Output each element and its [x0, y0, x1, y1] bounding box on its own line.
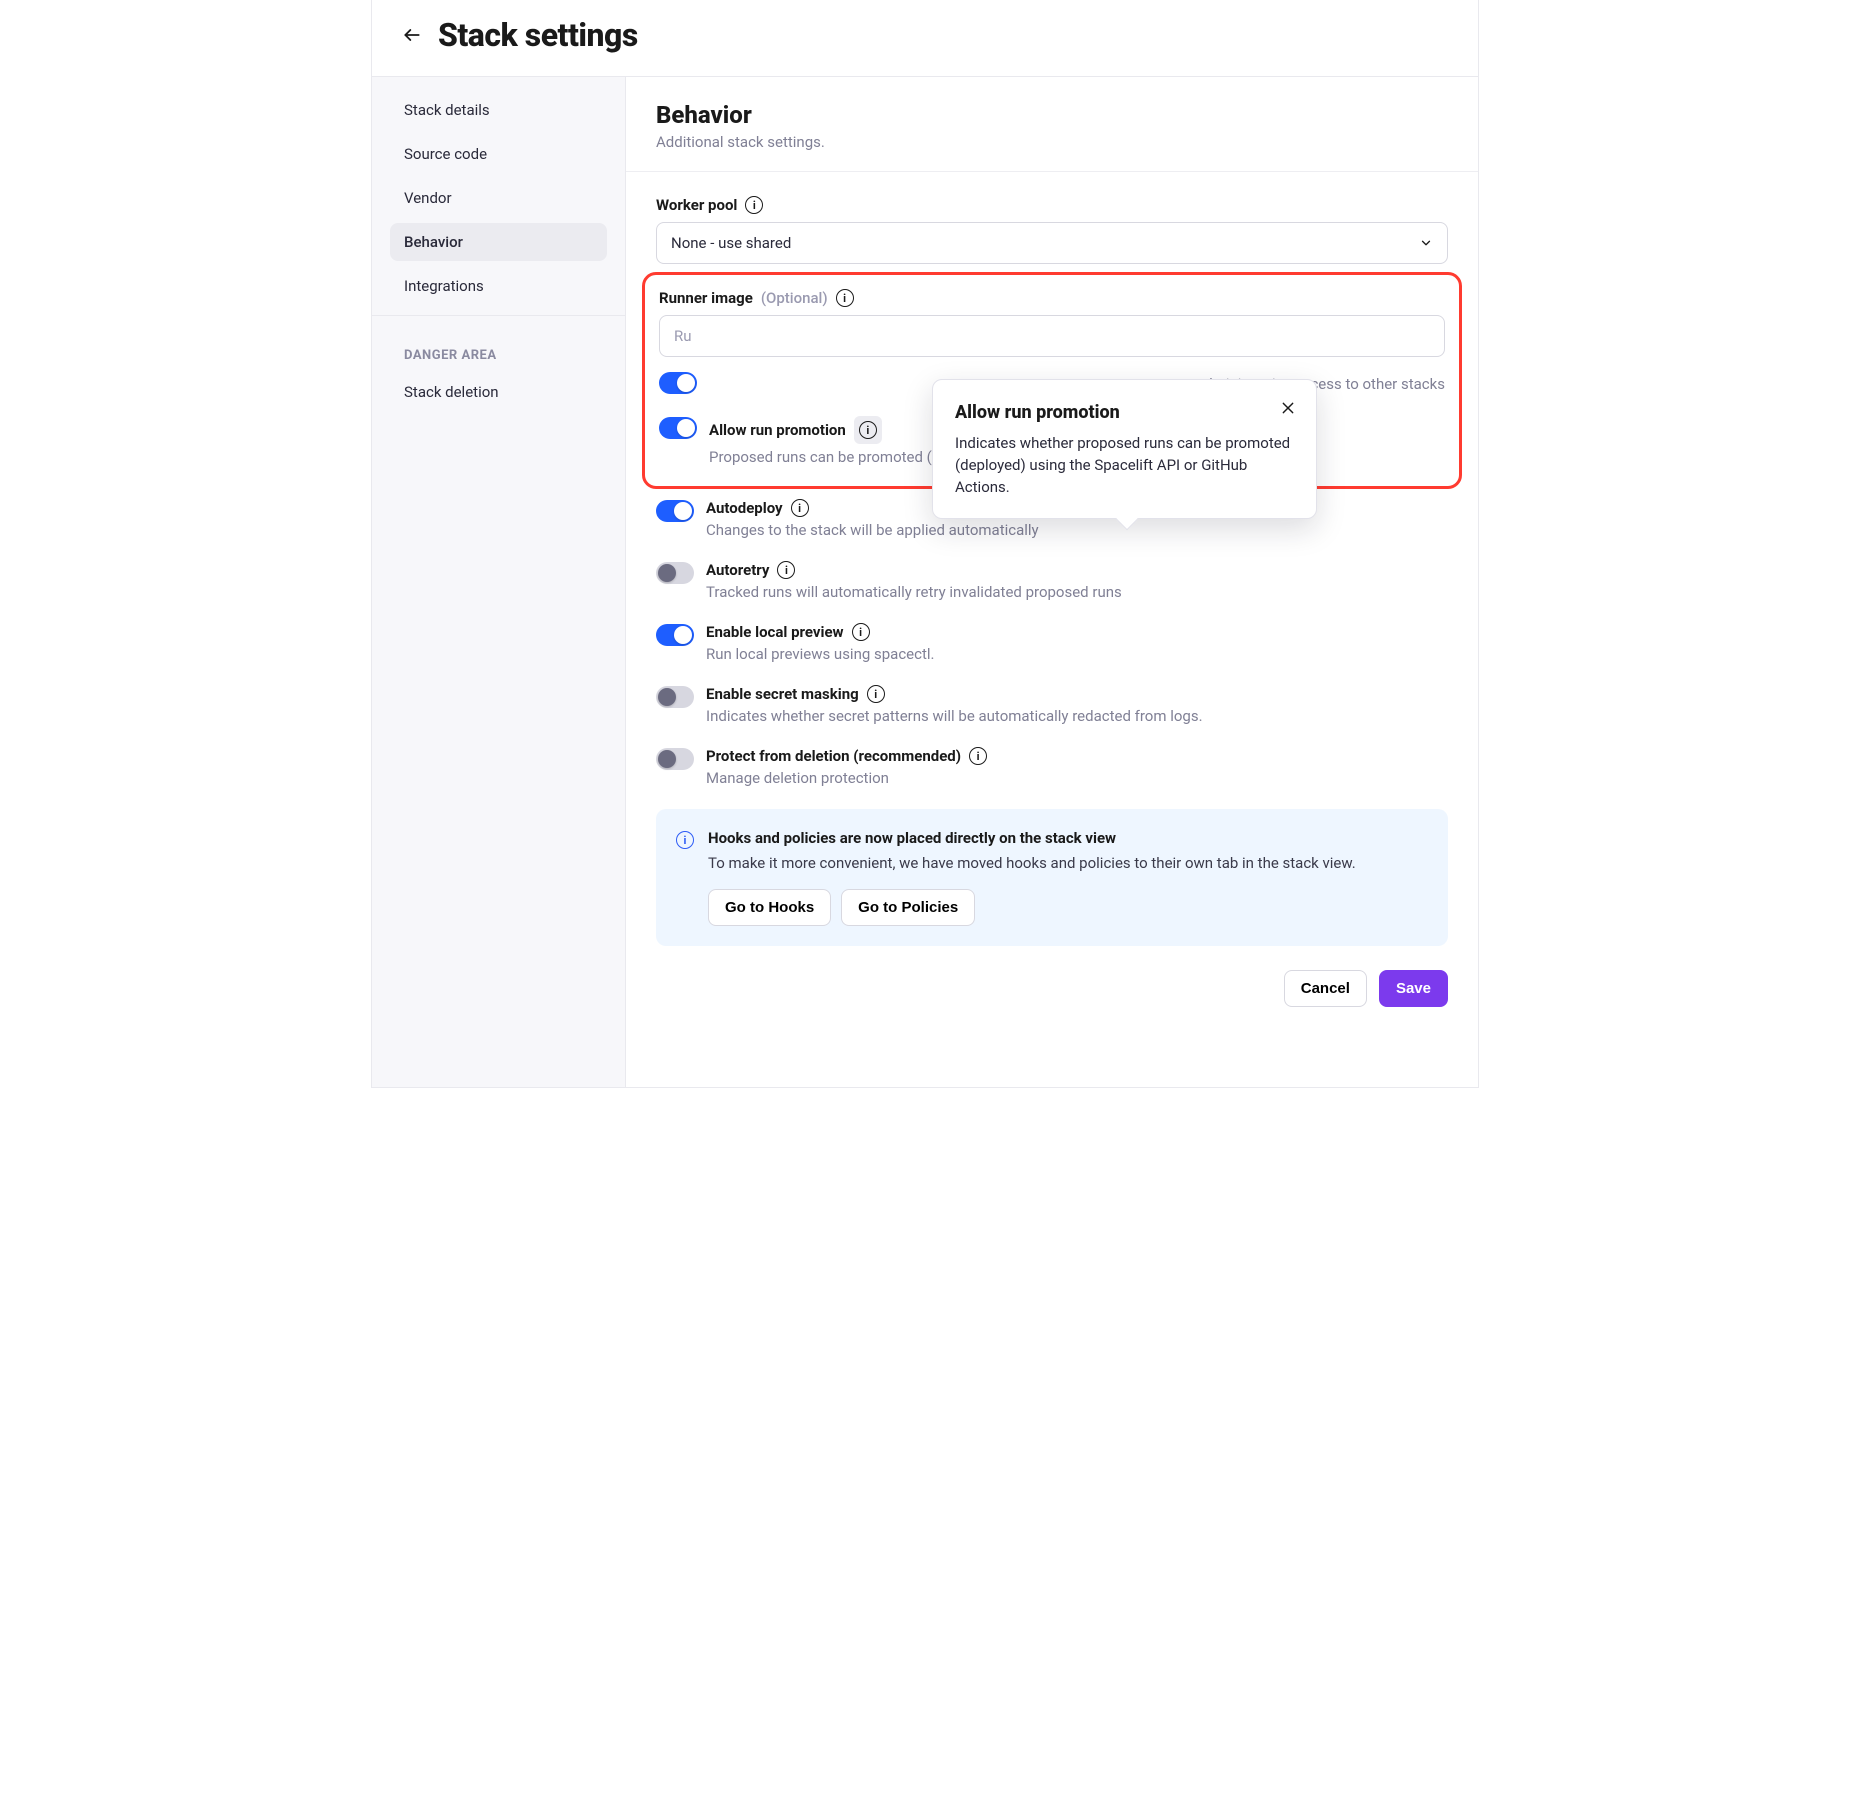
toggle-local-preview: Enable local preview i Run local preview… [656, 623, 1448, 663]
app-frame: Stack settings Stack details Source code… [371, 0, 1479, 1088]
sidebar: Stack details Source code Vendor Behavio… [372, 77, 626, 1087]
tooltip-close-button[interactable] [1278, 398, 1298, 418]
info-icon[interactable]: i [777, 561, 795, 579]
local-preview-toggle[interactable] [656, 624, 694, 646]
main-header: Behavior Additional stack settings. [626, 101, 1478, 172]
topbar: Stack settings [372, 0, 1478, 76]
runner-image-label: Runner image [659, 289, 753, 307]
administrative-toggle[interactable] [659, 372, 697, 394]
tooltip-title: Allow run promotion [955, 402, 1294, 423]
info-icon[interactable]: i [854, 416, 882, 444]
secret-masking-label: Enable secret masking [706, 685, 859, 703]
sidebar-item-stack-deletion[interactable]: Stack deletion [390, 373, 607, 411]
section-subtitle: Additional stack settings. [656, 133, 1448, 151]
info-icon[interactable]: i [836, 289, 854, 307]
hooks-policies-notice: i Hooks and policies are now placed dire… [656, 809, 1448, 946]
autodeploy-toggle[interactable] [656, 500, 694, 522]
runner-image-placeholder: Ru [674, 327, 692, 345]
close-icon [1280, 400, 1296, 416]
runner-image-field: Runner image (Optional) i Ru [659, 289, 1445, 357]
autoretry-toggle[interactable] [656, 562, 694, 584]
runner-image-input[interactable]: Ru [659, 315, 1445, 357]
go-to-hooks-button[interactable]: Go to Hooks [708, 889, 831, 926]
worker-pool-select[interactable]: None - use shared [656, 222, 1448, 264]
notice-body: To make it more convenient, we have move… [708, 853, 1356, 875]
tooltip-body: Indicates whether proposed runs can be p… [955, 433, 1294, 498]
sidebar-divider [372, 315, 625, 316]
go-to-policies-button[interactable]: Go to Policies [841, 889, 975, 926]
worker-pool-label: Worker pool [656, 196, 737, 214]
sidebar-item-integrations[interactable]: Integrations [390, 267, 607, 305]
back-arrow-icon[interactable] [402, 25, 422, 45]
protect-deletion-label: Protect from deletion (recommended) [706, 747, 961, 765]
autodeploy-label: Autodeploy [706, 499, 783, 517]
allow-run-promotion-toggle[interactable] [659, 417, 697, 439]
toggle-autoretry: Autoretry i Tracked runs will automatica… [656, 561, 1448, 601]
info-icon[interactable]: i [745, 196, 763, 214]
sidebar-item-source-code[interactable]: Source code [390, 135, 607, 173]
runner-image-optional: (Optional) [761, 289, 828, 307]
sidebar-item-behavior[interactable]: Behavior [390, 223, 607, 261]
tooltip-allow-run-promotion: Allow run promotion Indicates whether pr… [932, 379, 1317, 519]
info-icon: i [676, 831, 694, 849]
info-icon[interactable]: i [969, 747, 987, 765]
toggle-protect-deletion: Protect from deletion (recommended) i Ma… [656, 747, 1448, 787]
info-icon[interactable]: i [852, 623, 870, 641]
autodeploy-desc: Changes to the stack will be applied aut… [706, 521, 1039, 539]
autoretry-label: Autoretry [706, 561, 769, 579]
secret-masking-desc: Indicates whether secret patterns will b… [706, 707, 1203, 725]
info-icon[interactable]: i [867, 685, 885, 703]
autoretry-desc: Tracked runs will automatically retry in… [706, 583, 1122, 601]
info-icon[interactable]: i [791, 499, 809, 517]
worker-pool-field: Worker pool i None - use shared [656, 196, 1448, 264]
section-title: Behavior [656, 101, 1448, 129]
local-preview-label: Enable local preview [706, 623, 844, 641]
toggle-secret-masking: Enable secret masking i Indicates whethe… [656, 685, 1448, 725]
main-panel: Behavior Additional stack settings. Allo… [626, 77, 1478, 1087]
secret-masking-toggle[interactable] [656, 686, 694, 708]
cancel-button[interactable]: Cancel [1284, 970, 1367, 1007]
save-button[interactable]: Save [1379, 970, 1448, 1007]
protect-deletion-desc: Manage deletion protection [706, 769, 987, 787]
allow-run-promotion-label: Allow run promotion [709, 421, 846, 439]
notice-title: Hooks and policies are now placed direct… [708, 829, 1356, 847]
sidebar-item-vendor[interactable]: Vendor [390, 179, 607, 217]
protect-deletion-toggle[interactable] [656, 748, 694, 770]
local-preview-desc: Run local previews using spacectl. [706, 645, 935, 663]
sidebar-item-stack-details[interactable]: Stack details [390, 91, 607, 129]
worker-pool-value: None - use shared [671, 234, 791, 252]
page-title: Stack settings [438, 16, 638, 54]
sidebar-danger-label: DANGER AREA [390, 326, 607, 373]
footer-actions: Cancel Save [626, 946, 1478, 1007]
chevron-down-icon [1419, 236, 1433, 250]
